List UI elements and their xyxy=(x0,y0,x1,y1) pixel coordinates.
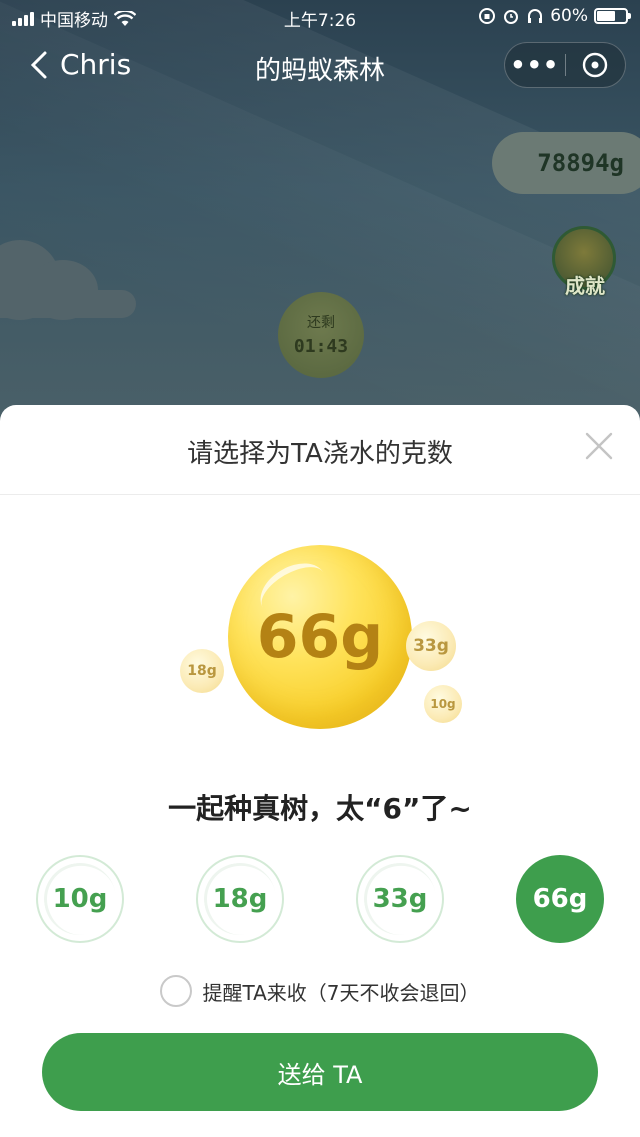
amount-option-label: 18g xyxy=(212,884,268,914)
energy-total-value: 78894g xyxy=(537,149,624,177)
amount-option-18g[interactable]: 18g xyxy=(196,855,284,943)
orientation-lock-icon xyxy=(479,8,496,24)
amount-option-66g[interactable]: 66g xyxy=(516,855,604,943)
water-amount-sheet: 请选择为TA浇水的克数 18g 66g 33g 10g 一起种真树，太“6”了~… xyxy=(0,405,640,1137)
selected-amount: 66g xyxy=(256,602,384,672)
close-target-icon xyxy=(583,52,608,78)
energy-bubble-small: 33g xyxy=(406,621,456,671)
remind-row[interactable]: 提醒TA来收（7天不收会退回） xyxy=(0,975,640,1007)
amount-choices: 10g 18g 33g 66g xyxy=(36,855,606,945)
amount-option-label: 66g xyxy=(532,884,588,914)
send-button[interactable]: 送给 TA xyxy=(42,1033,598,1111)
energy-bubble-small: 18g xyxy=(180,649,224,693)
selected-energy-ball: 66g xyxy=(228,545,412,729)
close-icon[interactable] xyxy=(584,431,614,461)
amount-option-10g[interactable]: 10g xyxy=(36,855,124,943)
more-icon[interactable]: ••• xyxy=(505,50,565,80)
amount-option-33g[interactable]: 33g xyxy=(356,855,444,943)
status-bar: 中国移动 上午7:26 60% xyxy=(0,0,640,34)
exit-button[interactable] xyxy=(566,50,626,80)
bubble-label: 10g xyxy=(430,697,456,711)
remind-checkbox[interactable] xyxy=(160,975,193,1007)
energy-hero: 18g 66g 33g 10g xyxy=(0,525,640,735)
cloud-decoration xyxy=(0,232,140,320)
energy-bubble-small: 10g xyxy=(424,685,462,723)
battery-icon xyxy=(594,8,631,24)
achievement-label: 成就 xyxy=(565,274,605,298)
energy-total-badge[interactable]: 78894g xyxy=(492,132,640,194)
slogan-text: 一起种真树，太“6”了~ xyxy=(168,792,472,825)
bubble-label: 18g xyxy=(187,663,217,679)
energy-timer-bubble[interactable]: 还剩 01:43 xyxy=(278,292,364,378)
achievement-button[interactable]: 成就 xyxy=(552,226,618,298)
sheet-header: 请选择为TA浇水的克数 xyxy=(0,405,640,495)
nav-bar: Chris 的蚂蚁森林 ••• xyxy=(0,40,640,92)
amount-option-label: 10g xyxy=(52,884,108,914)
battery-percent: 60% xyxy=(550,6,588,26)
remind-label: 提醒TA来收（7天不收会退回） xyxy=(202,980,480,1005)
timer-value: 01:43 xyxy=(293,336,349,357)
bubble-label: 33g xyxy=(413,636,449,656)
alarm-icon xyxy=(504,10,519,24)
send-button-label: 送给 TA xyxy=(277,1060,363,1089)
timer-label: 还剩 xyxy=(307,315,335,331)
headphones-icon xyxy=(528,9,543,23)
amount-option-label: 33g xyxy=(372,884,428,914)
mini-program-capsule: ••• xyxy=(504,42,626,88)
sheet-title: 请选择为TA浇水的克数 xyxy=(187,439,453,469)
